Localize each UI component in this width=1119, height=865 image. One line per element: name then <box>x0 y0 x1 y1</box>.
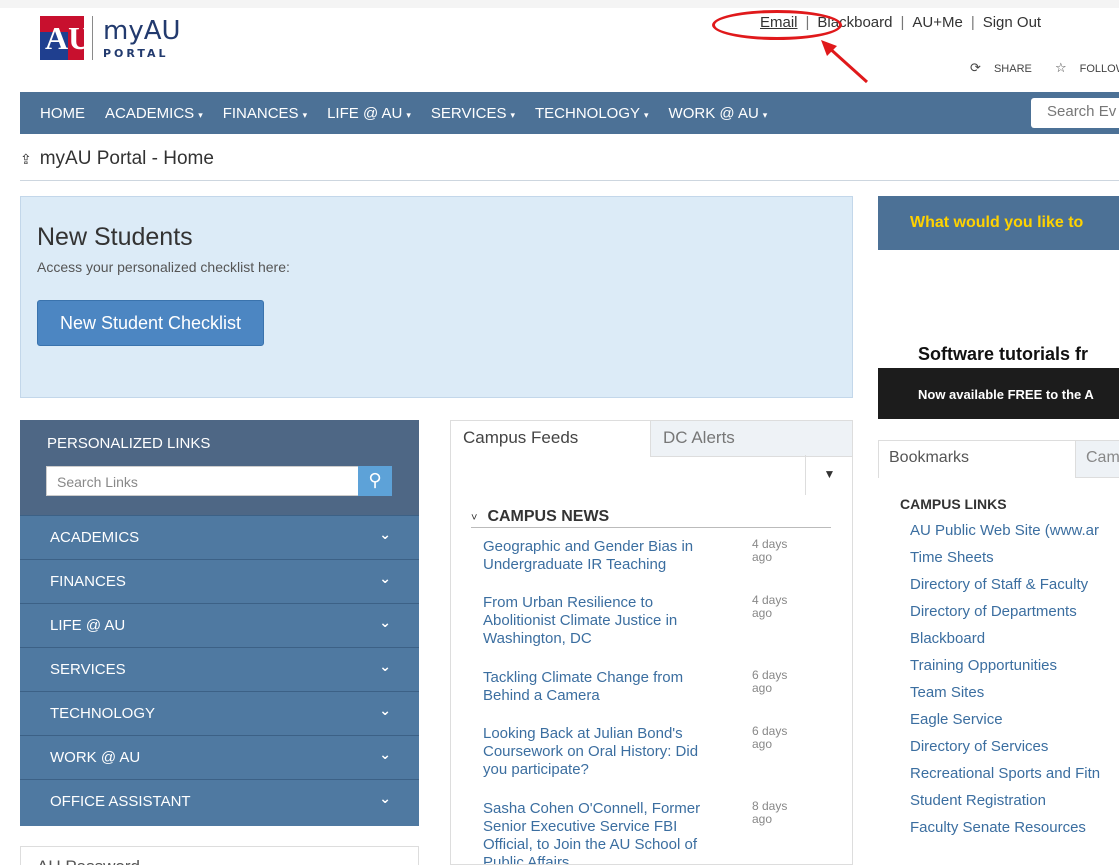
annotation-arrow <box>821 40 869 84</box>
share-button[interactable]: ⟳ SHARE <box>970 60 1042 75</box>
bookmark-link[interactable]: Team Sites <box>910 684 1100 711</box>
share-out-icon[interactable]: ⇪ <box>20 151 32 167</box>
site-search-input[interactable]: Search Ev <box>1031 98 1119 128</box>
chevron-down-icon: ⌄ <box>379 702 391 718</box>
feed-dropdown-toggle[interactable]: ▼ <box>805 455 852 495</box>
bookmark-link[interactable]: Recreational Sports and Fitn <box>910 765 1100 792</box>
tab-dc-alerts[interactable]: DC Alerts <box>650 421 852 457</box>
star-icon: ☆ <box>1054 60 1067 75</box>
share-icon: ⟳ <box>970 60 981 75</box>
bookmark-link[interactable]: Faculty Senate Resources <box>910 819 1100 846</box>
chevron-down-icon: ⌄ <box>379 658 391 674</box>
new-students-panel: New Students Access your personalized ch… <box>20 196 853 398</box>
promo-banner: Now available FREE to the A <box>918 387 1094 402</box>
bookmark-link[interactable]: Student Registration <box>910 792 1100 819</box>
bookmark-link[interactable]: Directory of Services <box>910 738 1100 765</box>
bookmark-link[interactable]: Time Sheets <box>910 549 1100 576</box>
myau-logo[interactable]: AU myAU PORTAL <box>40 16 181 60</box>
chevron-down-icon: ⌄ <box>379 614 391 630</box>
bookmark-link[interactable]: AU Public Web Site (www.ar <box>910 522 1100 549</box>
caret-down-icon: ▾ <box>762 109 768 120</box>
page-title: ⇪ myAU Portal - Home <box>20 148 214 169</box>
caret-down-icon: ▾ <box>406 109 411 120</box>
plinks-work-at-au[interactable]: WORK @ AU ⌄ <box>20 735 419 779</box>
search-icon[interactable]: ⚲ <box>358 466 392 496</box>
new-student-checklist-button[interactable]: New Student Checklist <box>37 300 264 346</box>
chevron-down-icon: ⌄ <box>379 570 391 586</box>
plinks-life-at-au[interactable]: LIFE @ AU ⌄ <box>20 603 419 647</box>
bookmark-link[interactable]: Directory of Staff & Faculty <box>910 576 1100 603</box>
nav-services[interactable]: SERVICES ▾ <box>431 105 515 122</box>
promo-subheading: Software tutorials fr <box>918 344 1089 364</box>
chevron-down-icon: ˅ <box>471 512 478 524</box>
plinks-technology[interactable]: TECHNOLOGY ⌄ <box>20 691 419 735</box>
social-actions: ⟳ SHARE ☆ FOLLOW <box>970 60 1119 76</box>
campus-links-list: AU Public Web Site (www.ar Time Sheets D… <box>910 522 1100 846</box>
bookmark-link[interactable]: Directory of Departments <box>910 603 1100 630</box>
nav-finances[interactable]: FINANCES ▾ <box>223 105 307 122</box>
caret-down-icon: ▾ <box>644 109 649 120</box>
campus-links-header: CAMPUS LINKS <box>900 496 1007 512</box>
au-me-link[interactable]: AU+Me <box>912 14 962 31</box>
nav-life-at-au[interactable]: LIFE @ AU ▾ <box>327 105 411 122</box>
bookmark-link[interactable]: Blackboard <box>910 630 1100 657</box>
window-top-edge <box>0 0 1119 8</box>
new-students-title: New Students <box>37 223 193 251</box>
bookmark-link[interactable]: Training Opportunities <box>910 657 1100 684</box>
bookmarks-panel: Bookmarks Cam CAMPUS LINKS AU Public Web… <box>878 440 1119 865</box>
campus-feeds-panel: Campus Feeds DC Alerts ▼ ˅ CAMPUS NEWS Ge… <box>450 420 853 865</box>
chevron-down-icon: ⌄ <box>379 526 391 542</box>
personalized-links-panel: PERSONALIZED LINKS Search Links ⚲ ACADEM… <box>20 420 419 826</box>
nav-home[interactable]: HOME <box>40 105 85 122</box>
nav-technology[interactable]: TECHNOLOGY ▾ <box>535 105 649 122</box>
plinks-services[interactable]: SERVICES ⌄ <box>20 647 419 691</box>
bookmark-link[interactable]: Eagle Service <box>910 711 1100 738</box>
tab-campus-feeds[interactable]: Campus Feeds <box>451 421 650 457</box>
tab-bookmarks[interactable]: Bookmarks <box>878 440 1075 478</box>
caret-down-icon: ▾ <box>198 109 203 120</box>
plinks-finances[interactable]: FINANCES ⌄ <box>20 559 419 603</box>
logo-title: myAU <box>103 15 181 46</box>
chevron-down-icon: ⌄ <box>379 746 391 762</box>
follow-button[interactable]: ☆ FOLLOW <box>1054 60 1119 75</box>
caret-down-icon: ▼ <box>823 467 836 481</box>
new-students-subtitle: Access your personalized checklist here: <box>37 259 290 275</box>
au-logo-mark: AU <box>40 16 84 60</box>
campus-news-header[interactable]: ˅ CAMPUS NEWS <box>471 508 831 528</box>
chevron-down-icon: ⌄ <box>379 790 391 806</box>
au-password-panel: AU Password <box>20 846 419 865</box>
nav-academics[interactable]: ACADEMICS ▾ <box>105 105 203 122</box>
caret-down-icon: ▾ <box>302 109 308 120</box>
logo-subtitle: PORTAL <box>103 46 169 60</box>
sign-out-link[interactable]: Sign Out <box>983 14 1041 31</box>
caret-down-icon: ▾ <box>510 109 515 120</box>
plinks-academics[interactable]: ACADEMICS ⌄ <box>20 515 419 559</box>
tab-campus[interactable]: Cam <box>1075 440 1119 478</box>
search-links-input[interactable]: Search Links ⚲ <box>46 466 392 496</box>
main-nav: HOME ACADEMICS ▾ FINANCES ▾ LIFE @ AU ▾ SER… <box>20 92 1119 134</box>
nav-work-at-au[interactable]: WORK @ AU ▾ <box>669 105 768 122</box>
personalized-links-title: PERSONALIZED LINKS <box>47 435 211 452</box>
software-tutorials-promo[interactable]: What would you like to Software tutorial… <box>878 196 1119 419</box>
promo-headline: What would you like to <box>910 214 1084 231</box>
plinks-office-assistant[interactable]: OFFICE ASSISTANT ⌄ <box>20 779 419 826</box>
